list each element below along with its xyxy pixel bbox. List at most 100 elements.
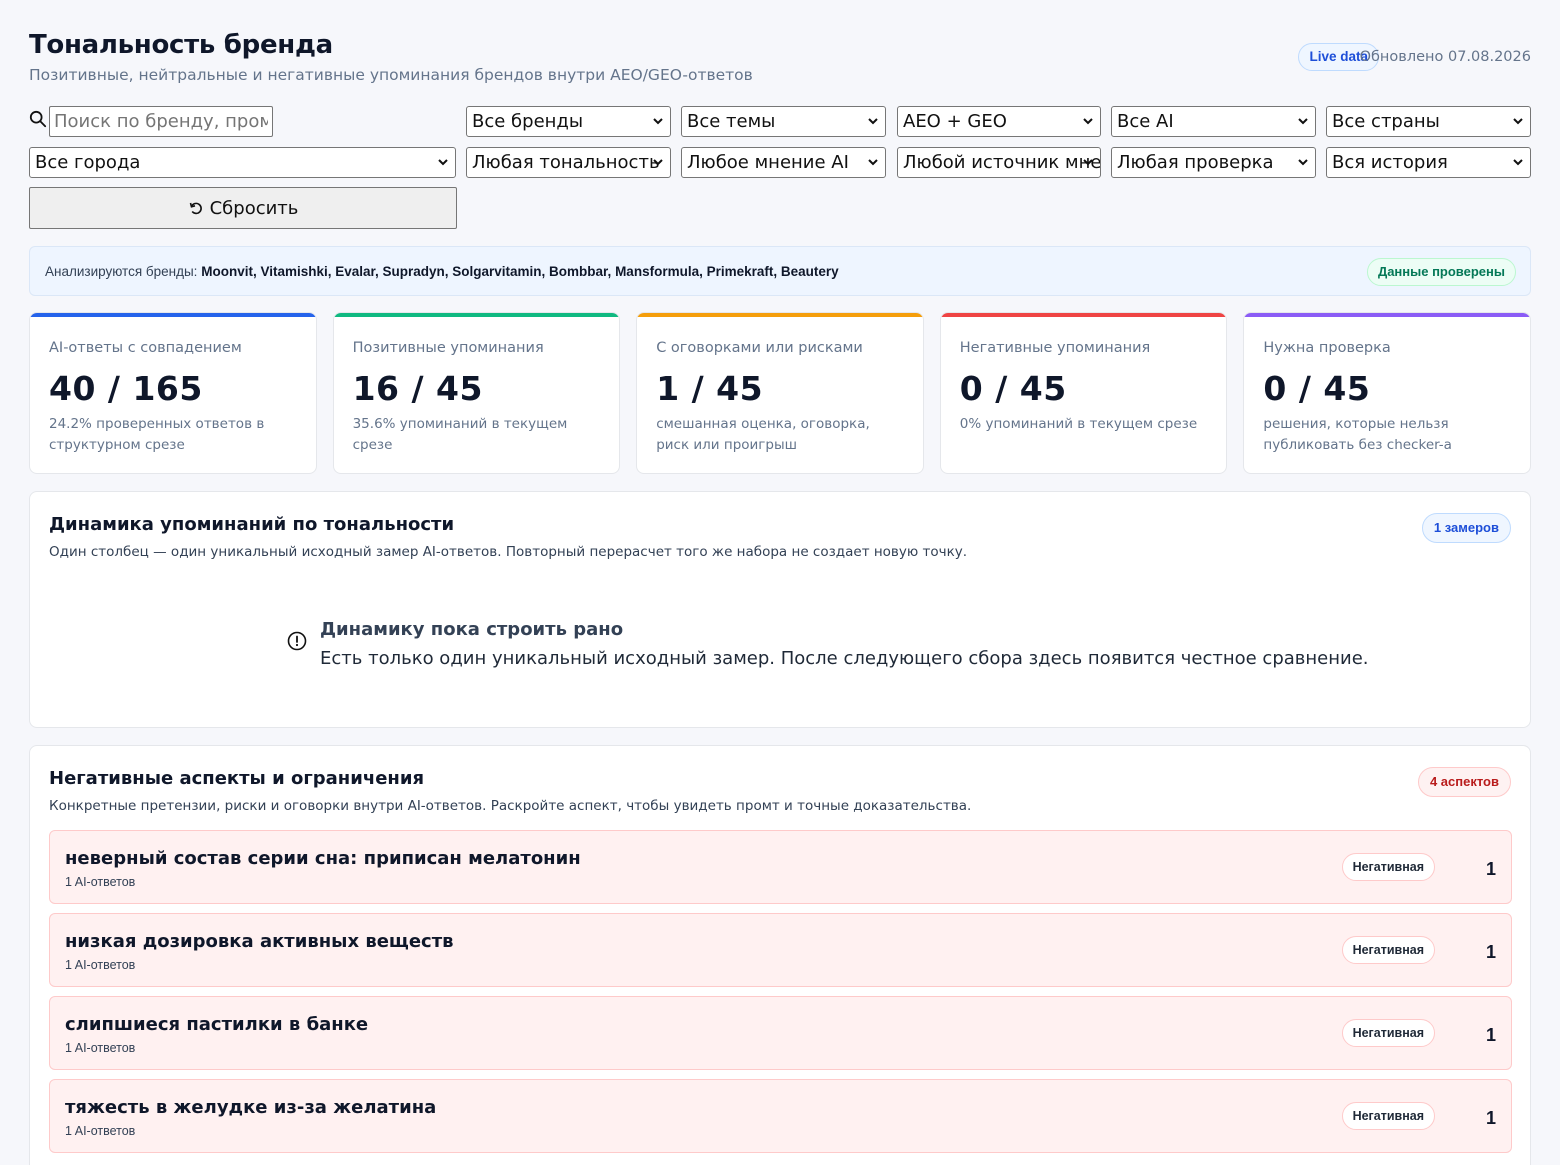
country-select[interactable]: Все страны — [1326, 106, 1531, 137]
metric-card: С оговорками или рисками 1 / 45 смешанна… — [636, 312, 924, 474]
aspects-panel: Негативные аспекты и ограничения Конкрет… — [29, 745, 1531, 1165]
card-value: 0 / 45 — [1263, 369, 1371, 408]
card-accent-bar — [1244, 313, 1530, 317]
chevron-down-icon — [1083, 159, 1093, 166]
card-value: 40 / 165 — [49, 369, 203, 408]
dynamics-title: Динамика упоминаний по тональности — [49, 514, 455, 535]
aspect-count: 1 AI-ответов — [65, 1124, 136, 1138]
card-value: 16 / 45 — [352, 369, 483, 408]
dynamics-description: Один столбец — один уникальный исходный … — [49, 544, 968, 560]
chevron-down-icon — [653, 159, 663, 166]
ai-select[interactable]: Все AI — [1111, 106, 1316, 137]
search-input[interactable] — [49, 106, 273, 137]
aspect-number: 1 — [1485, 1108, 1496, 1128]
metric-card: Нужна проверка 0 / 45 решения, которые н… — [1243, 312, 1531, 474]
chevron-down-icon — [1513, 159, 1523, 166]
brands-bar: Анализируются бренды: Moonvit, Vitamishk… — [29, 246, 1531, 296]
empty-state-title: Динамику пока строить рано — [320, 619, 624, 640]
card-value: 0 / 45 — [959, 369, 1067, 408]
brands-list: Moonvit, Vitamishki, Evalar, Supradyn, S… — [201, 264, 839, 279]
chevron-down-icon — [1298, 159, 1308, 166]
topic-select[interactable]: Все темы — [681, 106, 886, 137]
card-label: С оговорками или рисками — [656, 340, 863, 356]
tone-badge: Негативная — [1341, 853, 1435, 881]
dynamics-panel: Динамика упоминаний по тональности Один … — [29, 491, 1531, 728]
reset-button[interactable]: Сбросить — [29, 187, 457, 229]
brands-prefix: Анализируются бренды: — [45, 264, 198, 279]
page: Тональность бренда Позитивные, нейтральн… — [29, 0, 1531, 1165]
brand-select[interactable]: Все бренды — [466, 106, 671, 137]
chevron-down-icon — [868, 118, 878, 125]
aspect-item[interactable]: слипшиеся пастилки в банке 1 AI-ответов … — [49, 996, 1512, 1070]
aspect-item[interactable]: тяжесть в желудке из-за желатина 1 AI-от… — [49, 1079, 1512, 1153]
page-header: Тональность бренда Позитивные, нейтральн… — [29, 0, 1531, 104]
card-accent-bar — [30, 313, 316, 317]
brands-text: Анализируются бренды: Moonvit, Vitamishk… — [45, 264, 839, 279]
chevron-down-icon — [1298, 118, 1308, 125]
card-label: Нужна проверка — [1263, 340, 1391, 356]
aspect-title: слипшиеся пастилки в банке — [65, 1014, 369, 1035]
verified-badge: Данные проверены — [1366, 258, 1516, 286]
check-select-value: Любая проверка — [1117, 152, 1274, 173]
aspect-title: неверный состав серии сна: приписан мела… — [65, 848, 581, 869]
aspect-number: 1 — [1485, 859, 1496, 879]
aspect-title: низкая дозировка активных веществ — [65, 931, 454, 952]
aspect-item[interactable]: низкая дозировка активных веществ 1 AI-о… — [49, 913, 1512, 987]
updated-date: Обновлено 07.08.2026 — [1359, 49, 1531, 65]
card-note: 0% упоминаний в текущем срезе — [959, 416, 1198, 432]
tone-badge: Негативная — [1341, 1102, 1435, 1130]
chevron-down-icon — [1513, 118, 1523, 125]
metric-cards: AI-ответы с совпадением 40 / 165 24.2% п… — [29, 312, 1531, 474]
aspect-count: 1 AI-ответов — [65, 958, 136, 972]
chevron-down-icon — [438, 159, 448, 166]
chevron-down-icon — [1083, 118, 1093, 125]
chevron-down-icon — [868, 159, 878, 166]
card-value: 1 / 45 — [656, 369, 764, 408]
reset-button-label: Сбросить — [209, 197, 299, 219]
aspect-number: 1 — [1485, 1025, 1496, 1045]
tone-badge: Негативная — [1341, 936, 1435, 964]
measurements-badge: 1 замеров — [1421, 513, 1511, 543]
aspect-number: 1 — [1485, 942, 1496, 962]
city-select[interactable]: Все города — [29, 147, 456, 178]
country-select-value: Все страны — [1332, 111, 1440, 132]
search-icon — [29, 110, 47, 128]
metric-card: Негативные упоминания 0 / 45 0% упоминан… — [939, 312, 1228, 474]
history-select-value: Вся история — [1332, 152, 1448, 173]
opinion-source-select[interactable]: Любой источник мнен — [897, 147, 1101, 178]
mode-select[interactable]: AEO + GEO — [897, 106, 1101, 137]
reset-icon — [189, 202, 202, 215]
card-note: решения, которые нельзя публиковать без … — [1263, 416, 1452, 453]
aspects-count-badge: 4 аспектов — [1417, 767, 1511, 797]
brand-select-value: Все бренды — [472, 111, 584, 132]
tone-badge: Негативная — [1341, 1019, 1435, 1047]
page-title: Тональность бренда — [29, 30, 333, 60]
card-accent-bar — [637, 313, 923, 317]
card-note: смешанная оценка, оговорка, риск или про… — [656, 416, 870, 453]
empty-state-text: Есть только один уникальный исходный зам… — [320, 648, 1369, 669]
check-select[interactable]: Любая проверка — [1111, 147, 1316, 178]
aspect-count: 1 AI-ответов — [65, 875, 136, 889]
card-note: 35.6% упоминаний в текущем срезе — [352, 416, 568, 453]
card-label: AI-ответы с совпадением — [49, 340, 242, 356]
metric-card: AI-ответы с совпадением 40 / 165 24.2% п… — [29, 312, 317, 474]
tone-select[interactable]: Любая тональность — [466, 147, 671, 178]
card-note: 24.2% проверенных ответов в структурном … — [49, 416, 265, 453]
aspect-title: тяжесть в желудке из-за желатина — [65, 1097, 437, 1118]
tone-select-value: Любая тональность — [472, 152, 660, 173]
ai-select-value: Все AI — [1117, 111, 1174, 132]
card-accent-bar — [333, 313, 620, 317]
ai-opinion-select-value: Любое мнение AI — [687, 152, 849, 173]
city-select-value: Все города — [35, 152, 141, 173]
aspect-item[interactable]: неверный состав серии сна: приписан мела… — [49, 830, 1512, 904]
chevron-down-icon — [653, 118, 663, 125]
history-select[interactable]: Вся история — [1326, 147, 1531, 178]
alert-circle-icon — [287, 631, 307, 651]
filters: Все бренды Все темы AEO + GEO Все AI Все… — [29, 104, 1531, 234]
card-label: Позитивные упоминания — [352, 340, 544, 356]
mode-select-value: AEO + GEO — [903, 111, 1007, 132]
ai-opinion-select[interactable]: Любое мнение AI — [681, 147, 886, 178]
aspects-title: Негативные аспекты и ограничения — [49, 768, 425, 789]
aspects-description: Конкретные претензии, риски и оговорки в… — [49, 798, 972, 814]
metric-card: Позитивные упоминания 16 / 45 35.6% упом… — [332, 312, 621, 474]
